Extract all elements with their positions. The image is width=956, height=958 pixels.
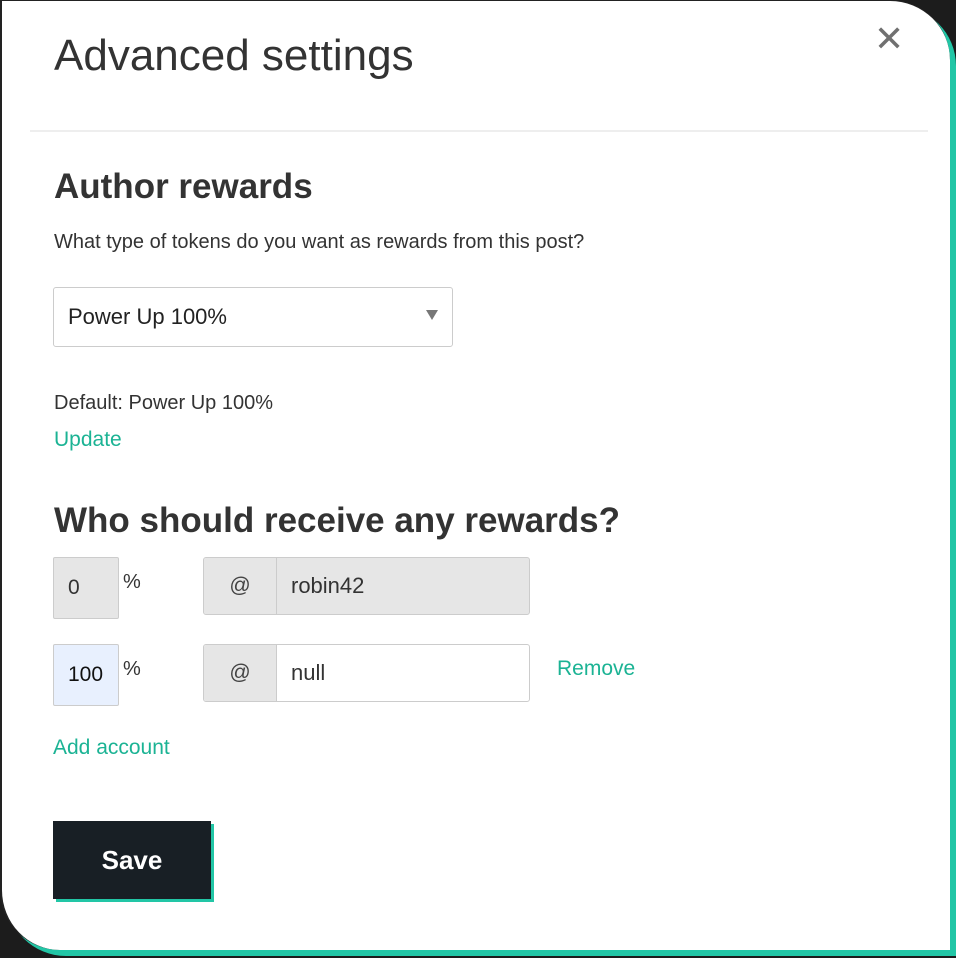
chevron-down-icon	[426, 310, 438, 320]
update-link[interactable]: Update	[54, 428, 122, 452]
divider	[30, 130, 928, 132]
modal-title: Advanced settings	[54, 31, 414, 80]
percent-input: 0	[53, 557, 119, 619]
remove-link[interactable]: Remove	[557, 657, 635, 681]
account-input: robin42	[291, 573, 365, 598]
at-prefix: @	[204, 558, 277, 614]
account-input-group[interactable]: @ null	[203, 644, 530, 702]
percent-symbol: %	[123, 658, 141, 680]
account-input-group: @ robin42	[203, 557, 530, 615]
default-text: Default: Power Up 100%	[54, 392, 274, 414]
close-icon[interactable]: ✕	[874, 21, 904, 57]
add-account-link[interactable]: Add account	[53, 736, 170, 760]
beneficiaries-heading: Who should receive any rewards?	[54, 501, 620, 540]
save-button[interactable]: Save	[53, 821, 211, 899]
advanced-settings-modal: Advanced settings ✕ Author rewards What …	[0, 0, 950, 950]
at-prefix: @	[204, 645, 277, 701]
percent-input[interactable]: 100	[53, 644, 119, 706]
account-input[interactable]: null	[277, 645, 529, 701]
rewards-question: What type of tokens do you want as rewar…	[54, 231, 585, 253]
author-rewards-heading: Author rewards	[54, 167, 313, 206]
percent-symbol: %	[123, 571, 141, 593]
selected-value: Power Up 100%	[68, 304, 227, 329]
reward-type-select[interactable]: Power Up 100%	[53, 287, 453, 347]
